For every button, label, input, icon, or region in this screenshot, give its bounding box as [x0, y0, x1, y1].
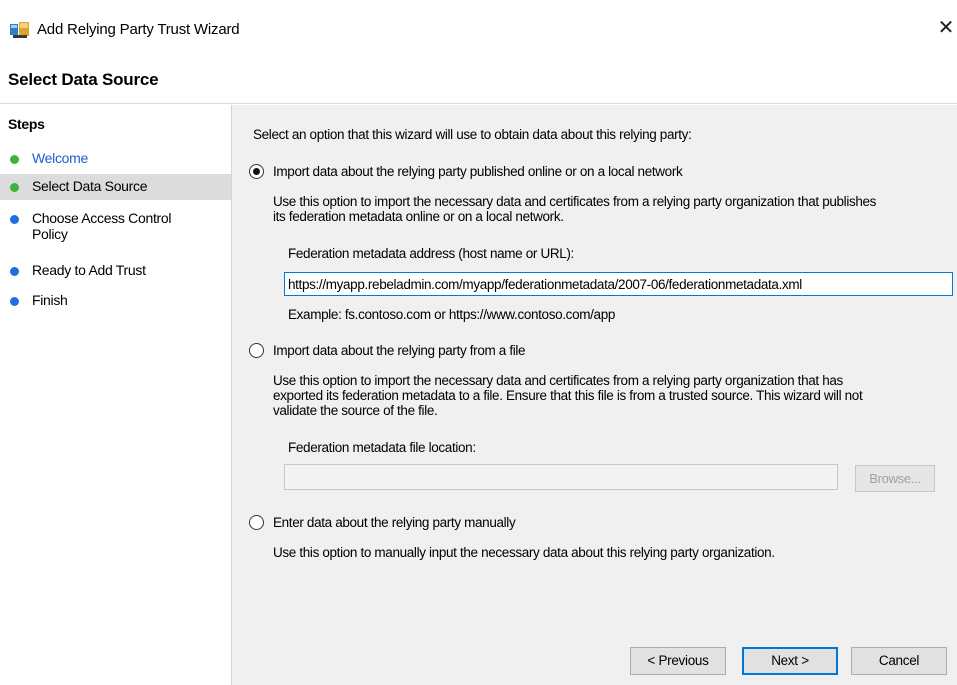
option-label-enter-manually[interactable]: Enter data about the relying party manua…	[273, 515, 516, 530]
step-ready-to-add-trust[interactable]: Ready to Add Trust	[0, 258, 231, 284]
step-welcome[interactable]: Welcome	[0, 146, 231, 172]
previous-button[interactable]: < Previous	[630, 647, 726, 675]
option-label-import-file[interactable]: Import data about the relying party from…	[273, 343, 526, 358]
adfs-wizard-icon	[10, 22, 29, 38]
metadata-address-input[interactable]	[284, 272, 953, 296]
metadata-file-location-input	[284, 464, 838, 490]
step-label: Welcome	[32, 150, 88, 166]
option-description-line: validate the source of the file.	[273, 403, 438, 418]
close-icon[interactable]: ✕	[936, 16, 956, 40]
step-finish[interactable]: Finish	[0, 288, 231, 314]
page-title: Select Data Source	[8, 70, 159, 89]
option-description-line: exported its federation metadata to a fi…	[273, 388, 863, 403]
radio-enter-manually[interactable]	[249, 515, 264, 530]
metadata-address-label: Federation metadata address (host name o…	[288, 246, 574, 261]
step-choose-access-control-policy[interactable]: Choose Access Control Policy	[0, 206, 231, 246]
step-select-data-source[interactable]: Select Data Source	[0, 174, 231, 200]
window-title: Add Relying Party Trust Wizard	[37, 21, 240, 38]
next-button[interactable]: Next >	[742, 647, 838, 675]
option-label-import-online[interactable]: Import data about the relying party publ…	[273, 164, 683, 179]
metadata-address-example: Example: fs.contoso.com or https://www.c…	[288, 307, 616, 322]
steps-title: Steps	[8, 116, 45, 132]
option-description-line: its federation metadata online or on a l…	[273, 209, 564, 224]
step-status-icon	[10, 215, 19, 224]
step-status-icon	[10, 267, 19, 276]
step-status-icon	[10, 297, 19, 306]
option-description-line: Use this option to import the necessary …	[273, 194, 877, 209]
radio-import-file[interactable]	[249, 343, 264, 358]
step-label: Ready to Add Trust	[32, 262, 146, 278]
step-status-icon	[10, 183, 19, 192]
radio-import-online[interactable]	[249, 164, 264, 179]
option-description-line: Use this option to manually input the ne…	[273, 545, 775, 560]
cancel-button[interactable]: Cancel	[851, 647, 947, 675]
metadata-file-location-label: Federation metadata file location:	[288, 440, 476, 455]
step-label: Finish	[32, 292, 68, 308]
intro-text: Select an option that this wizard will u…	[253, 127, 692, 142]
step-status-icon	[10, 155, 19, 164]
browse-button: Browse...	[855, 465, 935, 492]
step-label: Select Data Source	[32, 178, 148, 194]
step-label: Choose Access Control Policy	[32, 210, 172, 242]
option-description-line: Use this option to import the necessary …	[273, 373, 843, 388]
